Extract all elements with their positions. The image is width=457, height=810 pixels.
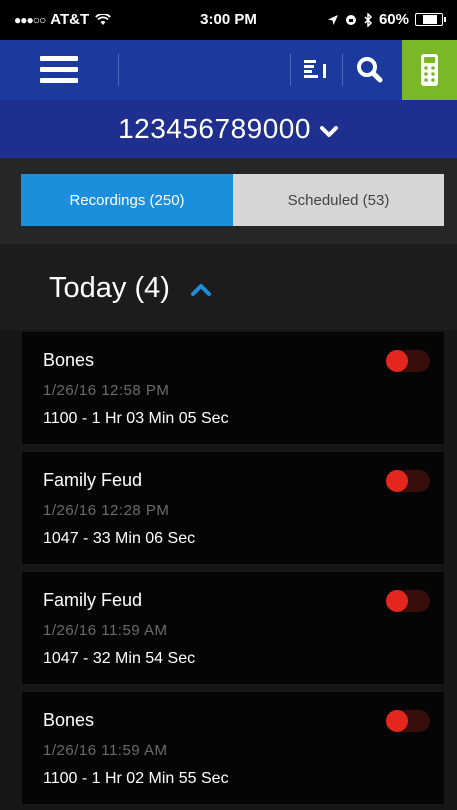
hamburger-icon[interactable] [40, 56, 78, 84]
lock-rotation-icon [345, 14, 356, 25]
record-toggle[interactable] [386, 590, 430, 612]
chevron-up-icon[interactable] [190, 282, 212, 298]
list-item[interactable]: Bones 1/26/16 12:58 PM 1100 - 1 Hr 03 Mi… [22, 332, 444, 444]
recording-detail: 1100 - 1 Hr 03 Min 05 Sec [43, 410, 229, 427]
tab-recordings[interactable]: Recordings (250) [21, 174, 233, 226]
battery-icon [415, 13, 446, 26]
recording-detail: 1047 - 33 Min 06 Sec [43, 530, 196, 547]
record-toggle[interactable] [386, 710, 430, 732]
location-icon [327, 14, 338, 25]
recording-title: Family Feud [43, 470, 143, 490]
nav-divider [342, 54, 343, 86]
recording-detail: 1047 - 32 Min 54 Sec [43, 650, 196, 667]
account-number: 123456789000 [118, 113, 311, 144]
chevron-down-icon [319, 126, 338, 137]
record-toggle[interactable] [386, 350, 430, 372]
recording-title: Family Feud [43, 590, 143, 610]
nav-bar [0, 40, 457, 100]
sort-icon[interactable] [300, 52, 334, 88]
remote-icon[interactable] [402, 40, 457, 100]
recording-title: Bones [43, 350, 95, 370]
recording-date: 1/26/16 12:58 PM [43, 382, 170, 399]
list-item[interactable]: Bones 1/26/16 11:59 AM 1100 - 1 Hr 02 Mi… [22, 692, 444, 804]
search-icon[interactable] [352, 52, 388, 88]
nav-divider [290, 54, 291, 86]
status-bar: ●●●○○ AT&T 3:00 PM 60% [0, 0, 457, 40]
nav-divider [118, 54, 119, 86]
bluetooth-icon [364, 12, 373, 27]
section-title: Today (4) [49, 272, 170, 304]
status-right: 60% [327, 11, 446, 28]
recording-detail: 1100 - 1 Hr 02 Min 55 Sec [43, 770, 229, 787]
recording-title: Bones [43, 710, 95, 730]
record-toggle[interactable] [386, 470, 430, 492]
account-selector[interactable]: 123456789000 [0, 100, 457, 158]
recording-date: 1/26/16 11:59 AM [43, 742, 168, 759]
tab-bar: Recordings (250) Scheduled (53) [0, 158, 457, 244]
list-item[interactable]: Family Feud 1/26/16 11:59 AM 1047 - 32 M… [22, 572, 444, 684]
recording-date: 1/26/16 12:28 PM [43, 502, 170, 519]
battery-percent: 60% [378, 11, 409, 28]
recording-date: 1/26/16 11:59 AM [43, 622, 168, 639]
recordings-list: Bones 1/26/16 12:58 PM 1100 - 1 Hr 03 Mi… [0, 330, 457, 810]
tab-scheduled[interactable]: Scheduled (53) [233, 174, 444, 226]
list-item[interactable]: Family Feud 1/26/16 12:28 PM 1047 - 33 M… [22, 452, 444, 564]
